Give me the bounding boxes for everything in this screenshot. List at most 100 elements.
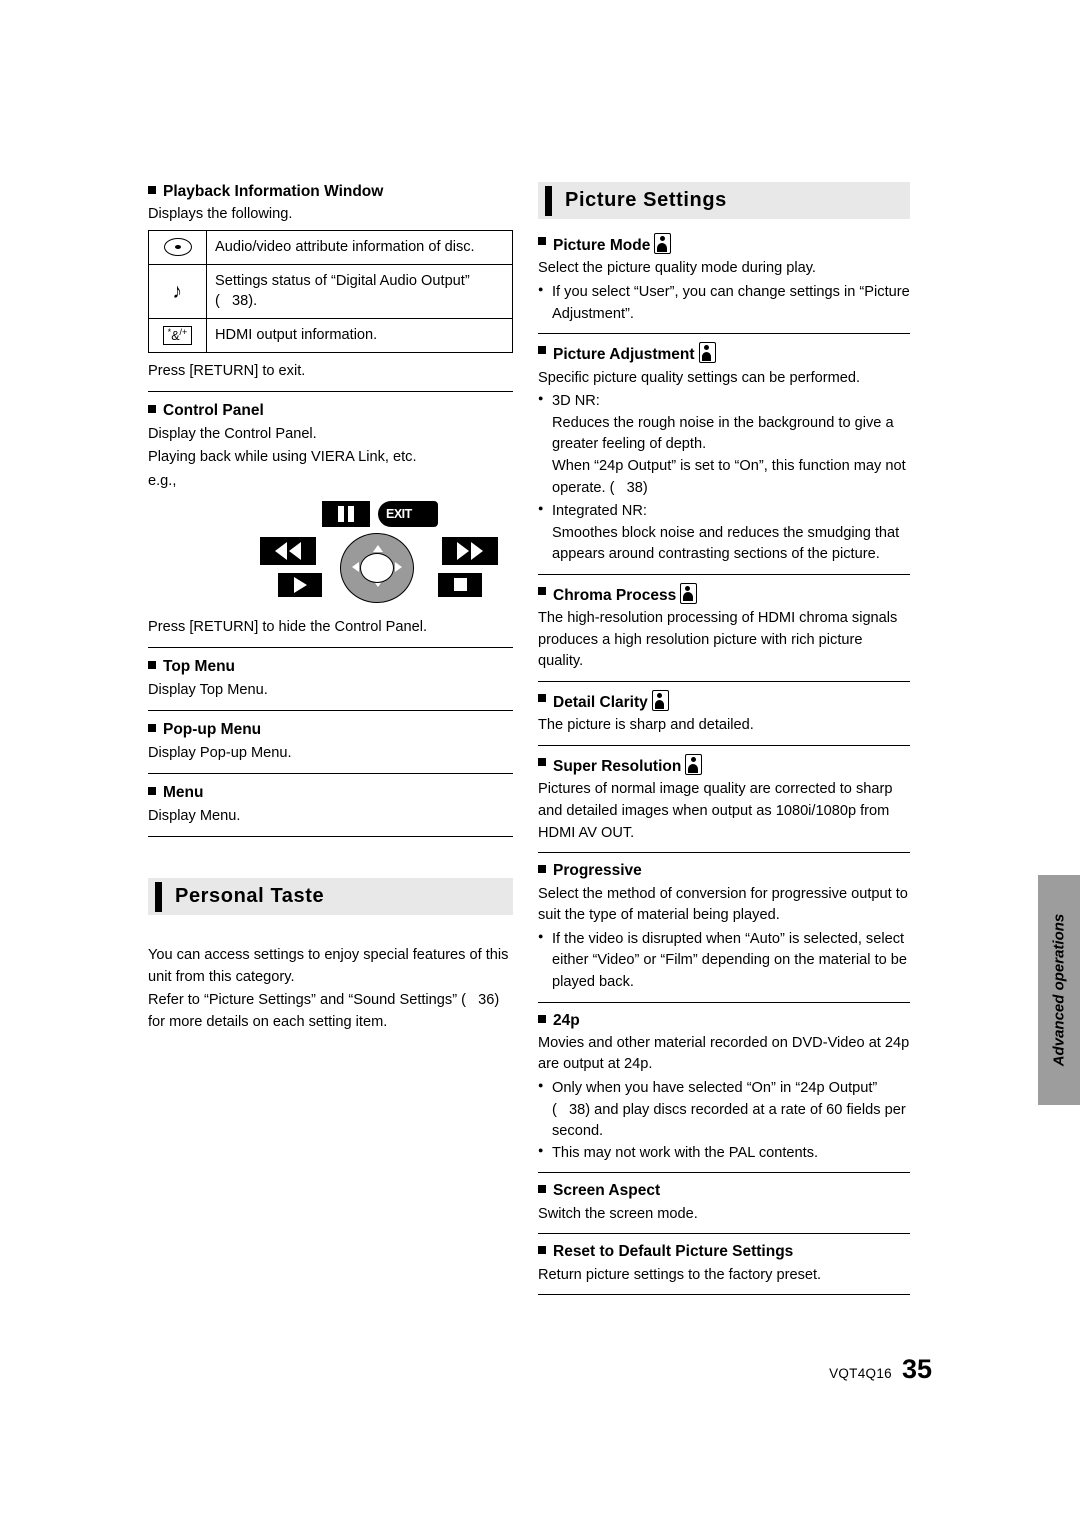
banner-picture-settings: Picture Settings <box>538 182 910 219</box>
section-heading-menu: Menu <box>148 783 513 802</box>
section-heading-playback-info: Playback Information Window <box>148 182 513 201</box>
play-button-icon <box>278 572 322 597</box>
super-resolution-line: Pictures of normal image quality are cor… <box>538 781 893 841</box>
picture-mode-line: Select the picture quality mode during p… <box>538 260 816 277</box>
page-footer: VQT4Q16 35 <box>829 1354 932 1385</box>
exit-button-icon: EXIT <box>378 500 438 527</box>
playback-info-table: Audio/video attribute information of dis… <box>148 229 513 353</box>
personal-taste-paragraph-1: You can access settings to enjoy special… <box>148 947 509 985</box>
picture-setting-icon <box>698 342 716 364</box>
divider <box>538 1172 910 1174</box>
picture-adjustment-line: Specific picture quality settings can be… <box>538 369 861 386</box>
divider <box>148 773 513 775</box>
divider <box>148 836 513 838</box>
right-column: Picture Settings Picture Mode Select the… <box>538 182 910 1303</box>
manual-page: Playback Information Window Displays the… <box>0 0 1080 1526</box>
table-row: ♪ Settings status of “Digital Audio Outp… <box>149 264 512 320</box>
picture-mode-bullet: If you select “User”, you can change set… <box>538 282 910 325</box>
section-heading-picture-adjustment: Picture Adjustment <box>538 342 910 364</box>
banner-bar-icon <box>155 881 162 912</box>
table-row: Audio/video attribute information of dis… <box>149 230 512 265</box>
chroma-process-line: The high-resolution processing of HDMI c… <box>538 610 898 670</box>
picture-adjustment-3dnr-text: Reduces the rough noise in the backgroun… <box>552 414 906 496</box>
picture-adjustment-bullet-3dnr: 3D NR: <box>538 391 910 413</box>
section-heading-reset-default: Reset to Default Picture Settings <box>538 1242 910 1261</box>
section-heading-text: Screen Aspect <box>553 1182 661 1200</box>
section-heading-text: Picture Adjustment <box>553 346 695 364</box>
section-heading-text: 24p <box>553 1011 580 1029</box>
disc-icon <box>149 230 207 264</box>
section-heading-control-panel: Control Panel <box>148 401 513 420</box>
page-number: 35 <box>901 1354 932 1385</box>
screen-aspect-line: Switch the screen mode. <box>538 1205 698 1222</box>
progressive-line: Select the method of conversion for prog… <box>538 885 908 924</box>
section-heading-text: Super Resolution <box>553 758 682 775</box>
personal-taste-paragraph-2: Refer to “Picture Settings” and “Sound S… <box>148 992 500 1030</box>
p24-bullet-1: Only when you have selected “On” in “24p… <box>538 1078 910 1143</box>
section-heading-text: Picture Mode <box>553 237 651 254</box>
stop-button-icon <box>438 572 482 597</box>
divider <box>538 745 910 746</box>
section-heading-top-menu: Top Menu <box>148 657 513 676</box>
divider <box>538 573 910 575</box>
picture-adjustment-integrated-nr-text: Smoothes block noise and reduces the smu… <box>552 524 900 563</box>
pause-button-icon <box>322 500 370 527</box>
direction-pad-icon <box>332 529 424 605</box>
divider <box>538 1294 910 1296</box>
banner-bar-icon <box>545 185 552 216</box>
table-cell-text: Audio/video attribute information of dis… <box>215 238 475 255</box>
detail-clarity-line: The picture is sharp and detailed. <box>538 717 754 734</box>
divider <box>148 647 513 649</box>
section-heading-text: Chroma Process <box>553 586 677 604</box>
divider <box>538 681 910 683</box>
document-code: VQT4Q16 <box>829 1366 892 1381</box>
popup-menu-text: Display Pop-up Menu. <box>148 744 292 761</box>
picture-setting-icon <box>651 690 669 712</box>
reset-default-line: Return picture settings to the factory p… <box>538 1266 822 1283</box>
divider <box>538 852 910 854</box>
exit-button-label: EXIT <box>386 506 412 521</box>
section-heading-screen-aspect: Screen Aspect <box>538 1181 910 1200</box>
playback-info-outro: Press [RETURN] to exit. <box>148 362 306 379</box>
section-heading-super-resolution: Super Resolution <box>538 754 910 776</box>
table-cell-text: Settings status of “Digital Audio Output… <box>215 272 470 310</box>
control-panel-line2: Playing back while using VIERA Link, etc… <box>148 449 417 466</box>
section-heading-24p: 24p <box>538 1011 910 1030</box>
hdmi-icon: *&/+ <box>149 319 207 352</box>
picture-setting-icon <box>680 582 698 604</box>
table-cell-text: HDMI output information. <box>215 327 378 344</box>
picture-setting-icon <box>685 754 703 775</box>
fast-forward-button-icon <box>442 536 498 565</box>
divider <box>538 333 910 335</box>
playback-info-intro: Displays the following. <box>148 206 293 223</box>
top-menu-text: Display Top Menu. <box>148 681 268 698</box>
section-heading-text: Detail Clarity <box>553 694 648 712</box>
section-heading-picture-mode: Picture Mode <box>538 233 910 255</box>
side-tab-advanced-operations: Advanced operations <box>1038 875 1080 1105</box>
banner-title: Personal Taste <box>175 885 325 908</box>
section-heading-chroma-process: Chroma Process <box>538 582 910 605</box>
picture-setting-icon <box>654 233 672 254</box>
divider <box>538 1233 910 1235</box>
p24-line: Movies and other material recorded on DV… <box>538 1034 910 1073</box>
section-heading-text: Reset to Default Picture Settings <box>553 1243 794 1261</box>
progressive-bullet: If the video is disrupted when “Auto” is… <box>538 929 910 994</box>
picture-adjustment-bullet-integrated-nr: Integrated NR: <box>538 501 910 523</box>
p24-bullet-2: This may not work with the PAL contents. <box>538 1143 910 1165</box>
control-panel-line3: e.g., <box>148 473 177 489</box>
divider <box>538 1001 910 1003</box>
banner-personal-taste: Personal Taste <box>148 878 513 916</box>
section-heading-detail-clarity: Detail Clarity <box>538 690 910 712</box>
banner-title: Picture Settings <box>565 189 727 211</box>
section-heading-text: Progressive <box>553 862 642 880</box>
section-heading-popup-menu: Pop-up Menu <box>148 720 513 739</box>
divider <box>148 710 513 712</box>
audio-note-icon: ♪ <box>149 264 207 319</box>
table-row: *&/+ HDMI output information. <box>149 319 512 352</box>
control-panel-outro: Press [RETURN] to hide the Control Panel… <box>148 618 428 635</box>
side-tab-label: Advanced operations <box>1050 913 1068 1067</box>
rewind-button-icon <box>260 536 316 565</box>
divider <box>148 391 513 393</box>
control-panel-diagram: EXIT <box>260 500 500 611</box>
section-heading-progressive: Progressive <box>538 861 910 880</box>
